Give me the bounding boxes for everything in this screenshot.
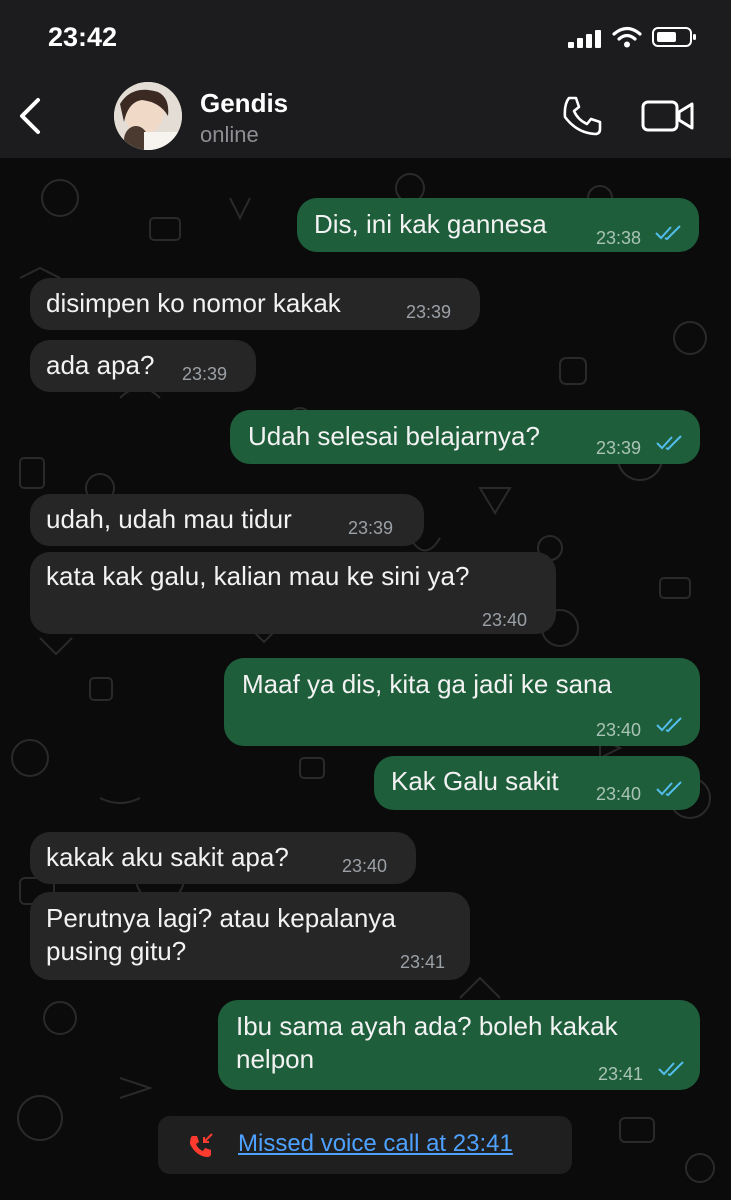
message-bubble-incoming[interactable]: udah, udah mau tidur 23:39 bbox=[30, 494, 424, 546]
message-time: 23:41 bbox=[598, 1064, 644, 1084]
message-bubble-incoming[interactable]: kata kak galu, kalian mau ke sini ya? 23… bbox=[30, 552, 556, 634]
chat-area[interactable]: Dis, ini kak gannesa 23:38 disimpen ko n… bbox=[0, 158, 731, 1200]
message-text: Ibu sama ayah ada? boleh kakak nelpon bbox=[236, 1011, 618, 1074]
message-text: disimpen ko nomor kakak bbox=[46, 288, 341, 318]
double-check-icon bbox=[656, 435, 682, 451]
message-text: ada apa? bbox=[46, 350, 155, 380]
message-text: Maaf ya dis, kita ga jadi ke sana bbox=[242, 669, 612, 699]
message-time: 23:40 bbox=[482, 610, 528, 630]
back-chevron-icon[interactable] bbox=[14, 92, 46, 140]
double-check-icon bbox=[658, 1061, 684, 1077]
message-text: Dis, ini kak gannesa bbox=[314, 209, 547, 239]
contact-status: online bbox=[200, 122, 259, 147]
message-bubble-incoming[interactable]: kakak aku sakit apa? 23:40 bbox=[30, 832, 416, 884]
chat-header: Gendis online bbox=[0, 78, 731, 159]
message-bubble-incoming[interactable]: Perutnya lagi? atau kepalanya pusing git… bbox=[30, 892, 470, 980]
message-time: 23:39 bbox=[182, 364, 228, 384]
message-bubble-outgoing[interactable]: Udah selesai belajarnya? 23:39 bbox=[230, 410, 700, 464]
message-text: udah, udah mau tidur bbox=[46, 504, 292, 534]
missed-call-link[interactable]: Missed voice call at 23:41 bbox=[238, 1130, 513, 1158]
double-check-icon bbox=[656, 717, 682, 733]
message-text: Udah selesai belajarnya? bbox=[248, 421, 540, 451]
double-check-icon bbox=[656, 781, 682, 797]
video-camera-icon[interactable] bbox=[640, 96, 696, 136]
message-time: 23:41 bbox=[400, 952, 446, 972]
message-time: 23:39 bbox=[348, 518, 394, 538]
message-bubble-outgoing[interactable]: Maaf ya dis, kita ga jadi ke sana 23:40 bbox=[224, 658, 700, 746]
message-bubble-outgoing[interactable]: Kak Galu sakit 23:40 bbox=[374, 756, 700, 810]
message-time: 23:39 bbox=[406, 302, 452, 322]
message-bubble-outgoing[interactable]: Dis, ini kak gannesa 23:38 bbox=[297, 198, 699, 252]
message-text: Perutnya lagi? atau kepalanya pusing git… bbox=[46, 903, 396, 966]
message-bubble-incoming[interactable]: ada apa? 23:39 bbox=[30, 340, 256, 392]
message-text: kakak aku sakit apa? bbox=[46, 842, 289, 872]
message-bubble-outgoing[interactable]: Ibu sama ayah ada? boleh kakak nelpon 23… bbox=[218, 1000, 700, 1090]
message-time: 23:40 bbox=[596, 784, 642, 804]
contact-name[interactable]: Gendis bbox=[200, 88, 288, 119]
phone-icon[interactable] bbox=[560, 94, 604, 138]
message-time: 23:40 bbox=[342, 856, 388, 876]
message-time: 23:40 bbox=[596, 720, 642, 740]
message-time: 23:39 bbox=[596, 438, 642, 458]
message-text: kata kak galu, kalian mau ke sini ya? bbox=[46, 561, 470, 591]
missed-call-icon bbox=[190, 1133, 213, 1157]
avatar[interactable] bbox=[114, 82, 182, 150]
wifi-icon bbox=[612, 26, 642, 48]
message-bubble-incoming[interactable]: disimpen ko nomor kakak 23:39 bbox=[30, 278, 480, 330]
status-time: 23:42 bbox=[48, 22, 118, 52]
message-text: Kak Galu sakit bbox=[391, 766, 559, 796]
missed-call-notice[interactable]: Missed voice call at 23:41 bbox=[158, 1116, 572, 1174]
signal-icon bbox=[568, 30, 601, 48]
battery-icon bbox=[652, 27, 696, 47]
double-check-icon bbox=[655, 225, 681, 241]
status-bar: 23:42 bbox=[0, 0, 731, 78]
message-time: 23:38 bbox=[596, 228, 642, 248]
